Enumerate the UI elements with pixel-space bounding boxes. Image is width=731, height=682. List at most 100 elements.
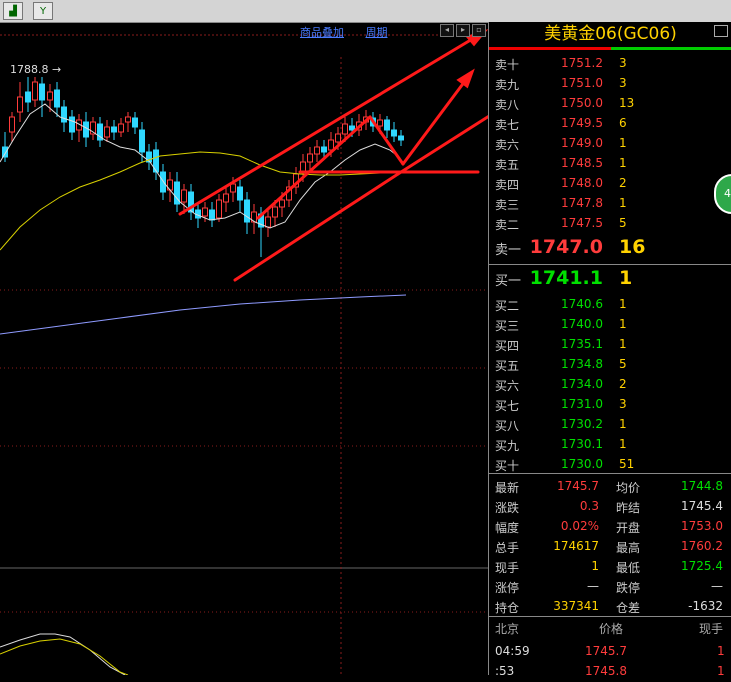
ask-row[interactable]: 卖一 1747.0 16 <box>489 236 731 263</box>
stat-row: 涨跌 0.3 昨结 1745.4 <box>489 497 731 517</box>
candle-body <box>132 117 138 128</box>
level-price: 1747.5 <box>561 216 603 230</box>
level-volume: 2 <box>619 377 627 391</box>
candle-body <box>39 83 45 101</box>
toolbar: ▟ Y <box>0 0 731 23</box>
level-volume: 51 <box>619 457 635 471</box>
stat-value: — <box>711 579 723 593</box>
level-price: 1734.0 <box>561 377 603 391</box>
candles <box>2 77 404 257</box>
ask-row[interactable]: 卖四 1748.0 2 <box>489 173 731 193</box>
tick-volume: 1 <box>717 664 725 678</box>
level-volume: 6 <box>619 116 627 130</box>
level-volume: 1 <box>619 156 627 170</box>
bid-row[interactable]: 买四 1735.1 1 <box>489 334 731 354</box>
bid-row[interactable]: 买九 1730.1 1 <box>489 434 731 454</box>
stat-value: 1745.4 <box>681 499 723 513</box>
level-price: 1748.0 <box>561 176 603 190</box>
candle-body <box>230 183 236 193</box>
level-volume: 5 <box>619 357 627 371</box>
candle-body <box>181 189 187 203</box>
level-volume: 13 <box>619 96 635 110</box>
divider <box>489 473 731 474</box>
chart-topbar: 商品叠加 周期 <box>300 24 406 40</box>
level-price: 1749.0 <box>561 136 603 150</box>
bid-row[interactable]: 买三 1740.0 1 <box>489 314 731 334</box>
candle-body <box>216 199 222 219</box>
ask-row[interactable]: 卖十 1751.2 3 <box>489 53 731 73</box>
sell-strength-bar <box>489 47 611 50</box>
stat-row: 现手 1 最低 1725.4 <box>489 557 731 577</box>
maximize-icon[interactable]: ▫ <box>472 24 486 37</box>
level-volume: 3 <box>619 76 627 90</box>
stat-row: 最新 1745.7 均价 1744.8 <box>489 477 731 497</box>
overlay-link[interactable]: 商品叠加 <box>300 26 344 39</box>
candle-body <box>111 126 117 133</box>
ticks-header: 北京 价格 现手 <box>489 620 731 638</box>
candlestick-chart[interactable] <box>0 22 488 675</box>
ask-row[interactable]: 卖八 1750.0 13 <box>489 93 731 113</box>
candle-body <box>328 139 334 151</box>
ma-long-line <box>0 294 407 335</box>
candle-body <box>69 116 75 133</box>
period-link[interactable]: 周期 <box>366 26 388 39</box>
ask-row[interactable]: 卖二 1747.5 5 <box>489 213 731 233</box>
filter-icon[interactable]: Y <box>33 2 53 20</box>
candle-body <box>9 116 15 133</box>
divider <box>489 264 731 265</box>
level-volume: 3 <box>619 397 627 411</box>
ask-row[interactable]: 卖五 1748.5 1 <box>489 153 731 173</box>
bid-row[interactable]: 买七 1731.0 3 <box>489 394 731 414</box>
candle-body <box>17 96 23 113</box>
candle-body <box>32 81 38 101</box>
high-price-label: 1788.8 → <box>10 63 62 76</box>
candle-body <box>321 146 327 153</box>
ma-short-line <box>0 103 401 229</box>
level-price: 1735.1 <box>561 337 603 351</box>
candle-body <box>237 186 243 201</box>
level-price: 1751.0 <box>561 76 603 90</box>
stat-value: -1632 <box>688 599 723 613</box>
level-volume: 3 <box>619 56 627 70</box>
chart-icon[interactable]: ▟ <box>3 2 23 20</box>
instrument-title: 美黄金06(GC06) <box>544 24 677 44</box>
candle-body <box>279 199 285 208</box>
ask-row[interactable]: 卖三 1747.8 1 <box>489 193 731 213</box>
candle-body <box>139 129 145 153</box>
level-price: 1750.0 <box>561 96 603 110</box>
ask-row[interactable]: 卖六 1749.0 1 <box>489 133 731 153</box>
restore-icon[interactable] <box>714 25 728 37</box>
level-price: 1751.2 <box>561 56 603 70</box>
scroll-left-icon[interactable]: ◂ <box>440 24 454 37</box>
level-volume: 2 <box>619 176 627 190</box>
level-price: 1740.0 <box>561 317 603 331</box>
bid-row[interactable]: 买八 1730.2 1 <box>489 414 731 434</box>
level-volume: 1 <box>619 337 627 351</box>
candle-body <box>335 133 341 143</box>
candle-body <box>377 119 383 127</box>
oscillator-yellow <box>0 638 129 675</box>
bid-row[interactable]: 买一 1741.1 1 <box>489 267 731 294</box>
candle-body <box>314 146 320 155</box>
buy-strength-bar <box>611 47 731 50</box>
stat-row: 持仓 337341 仓差 -1632 <box>489 597 731 617</box>
candle-body <box>25 91 31 103</box>
bid-row[interactable]: 买六 1734.0 2 <box>489 374 731 394</box>
stat-value: 1753.0 <box>681 519 723 533</box>
level-volume: 1 <box>619 437 627 451</box>
ticks-vol-header: 现手 <box>699 622 724 636</box>
candle-body <box>223 193 229 203</box>
bid-row[interactable]: 买二 1740.6 1 <box>489 294 731 314</box>
scroll-right-icon[interactable]: ▸ <box>456 24 470 37</box>
quote-panel: 美黄金06(GC06) 卖十 1751.2 3 卖九 1751.0 3 卖八 175… <box>488 22 731 678</box>
ask-row[interactable]: 卖七 1749.5 6 <box>489 113 731 133</box>
candle-body <box>104 126 110 138</box>
bid-row[interactable]: 买五 1734.8 5 <box>489 354 731 374</box>
candle-body <box>349 125 355 131</box>
level-price: 1740.6 <box>561 297 603 311</box>
level-volume: 1 <box>619 317 627 331</box>
ask-row[interactable]: 卖九 1751.0 3 <box>489 73 731 93</box>
bid-row[interactable]: 买十 1730.0 51 <box>489 454 731 474</box>
ticks-time-header: 北京 <box>495 622 520 636</box>
stat-value: 1744.8 <box>681 479 723 493</box>
